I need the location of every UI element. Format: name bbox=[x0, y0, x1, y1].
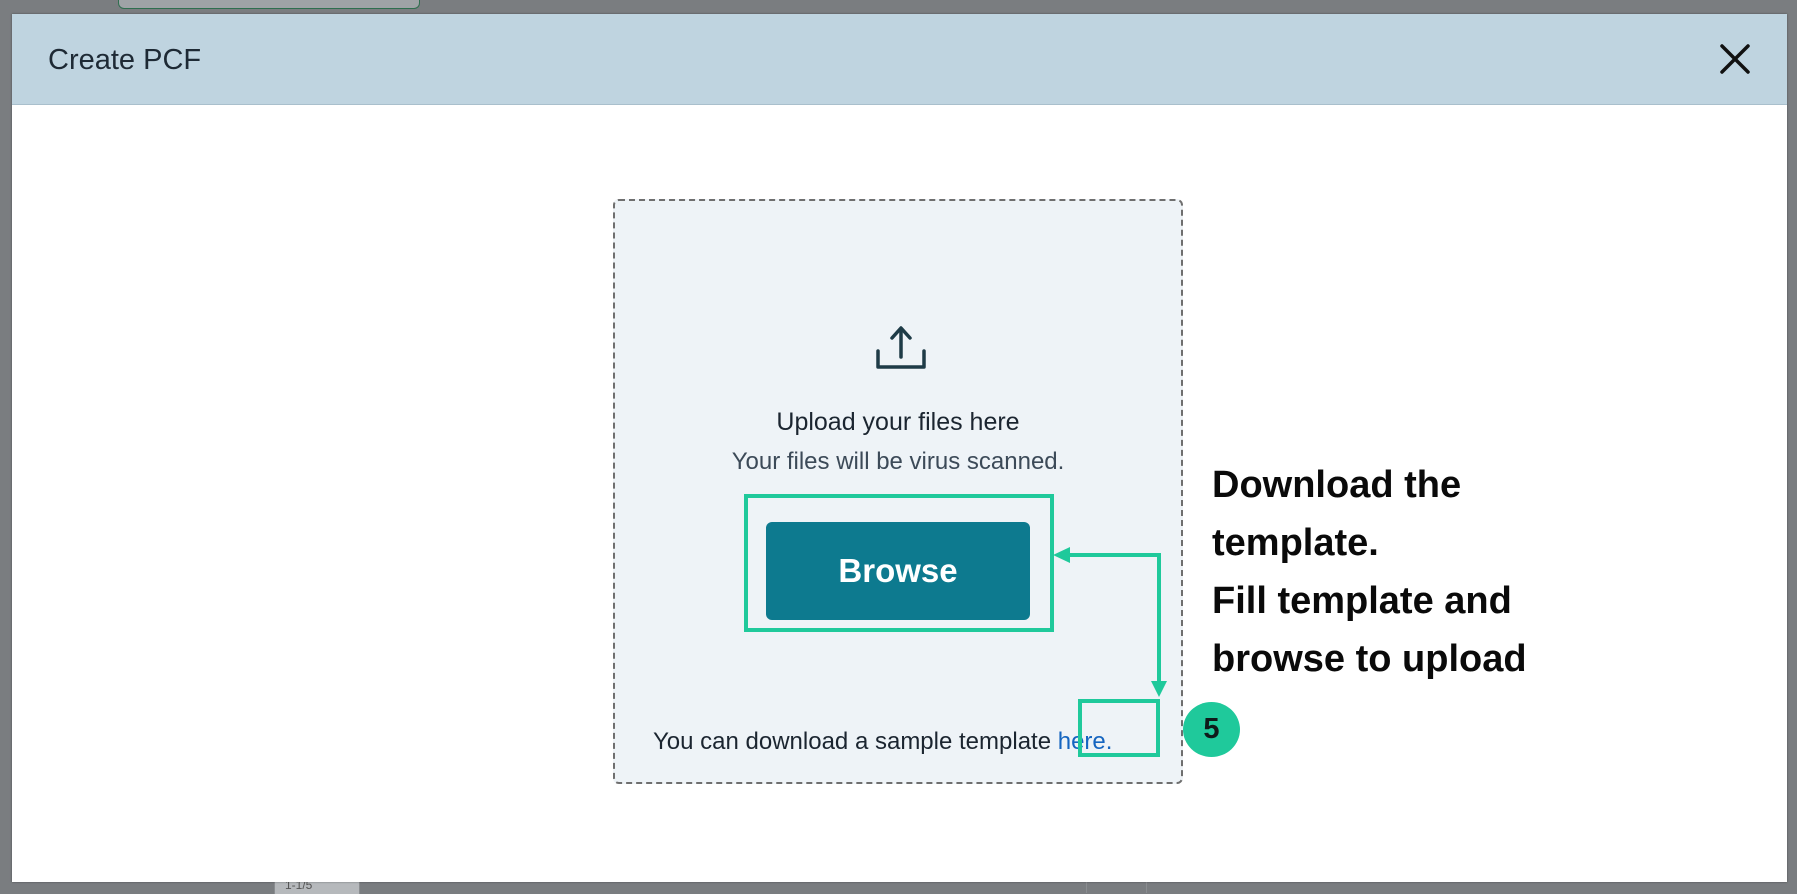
background-tab bbox=[118, 0, 420, 9]
close-icon bbox=[1720, 44, 1750, 74]
sample-template-text: You can download a sample template bbox=[653, 728, 1058, 755]
modal-header: Create PCF bbox=[12, 14, 1787, 105]
create-pcf-modal: Create PCF Upload your files here Your f… bbox=[12, 14, 1787, 882]
step-number-badge: 5 bbox=[1183, 702, 1240, 757]
browse-highlight-box bbox=[744, 494, 1054, 632]
here-link-highlight-box bbox=[1078, 699, 1160, 757]
callout-line: template. bbox=[1212, 522, 1379, 564]
modal-title: Create PCF bbox=[48, 44, 202, 76]
upload-title: Upload your files here bbox=[776, 408, 1020, 436]
file-dropzone[interactable]: Upload your files here Your files will b… bbox=[613, 199, 1183, 784]
callout-line: Download the bbox=[1212, 464, 1462, 506]
callout-line: browse to upload bbox=[1212, 638, 1527, 680]
sample-template-line: You can download a sample template here. bbox=[653, 728, 1112, 756]
callout-line: Fill template and bbox=[1212, 580, 1512, 622]
close-button[interactable] bbox=[1717, 41, 1753, 77]
annotation-callout: Download the template. Fill template and… bbox=[1212, 456, 1632, 688]
upload-subtitle: Your files will be virus scanned. bbox=[731, 448, 1065, 475]
upload-icon bbox=[876, 326, 926, 369]
